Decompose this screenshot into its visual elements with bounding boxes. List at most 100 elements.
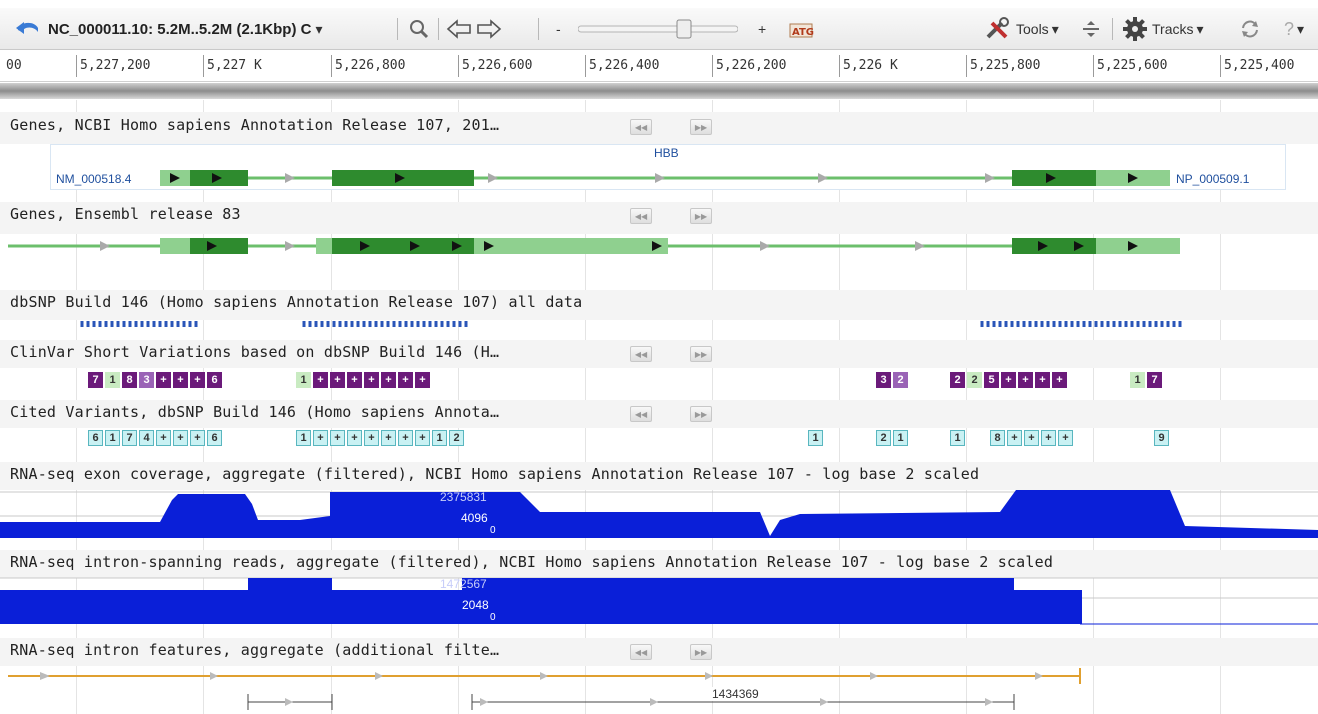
variant-badge[interactable]: + xyxy=(330,372,345,388)
variant-badge[interactable]: 1 xyxy=(296,430,311,446)
zoom-in-button[interactable]: + xyxy=(758,8,766,50)
variant-badge[interactable]: + xyxy=(173,430,188,446)
sequence-title-menu[interactable]: NC_000011.10: 5.2M..5.2M (2.1Kbp) C ▾ xyxy=(48,8,322,50)
variant-badge[interactable]: + xyxy=(156,430,171,446)
variant-badge[interactable]: + xyxy=(1007,430,1022,446)
variant-badge[interactable]: + xyxy=(1052,372,1067,388)
variant-badge[interactable]: + xyxy=(173,372,188,388)
variant-badge[interactable]: + xyxy=(1058,430,1073,446)
prev-feature-button[interactable]: ◀◀ xyxy=(630,208,652,224)
variant-badge[interactable]: + xyxy=(156,372,171,388)
prev-feature-button[interactable]: ◀◀ xyxy=(630,346,652,362)
ncbi-gene-model[interactable] xyxy=(0,160,1318,192)
atg-sequence-icon[interactable]: ATG xyxy=(786,8,816,50)
variant-badge[interactable]: 7 xyxy=(122,430,137,446)
track-title-dbsnp[interactable]: dbSNP Build 146 (Homo sapiens Annotation… xyxy=(10,293,582,311)
variant-badge[interactable]: 5 xyxy=(984,372,999,388)
variant-badge[interactable]: + xyxy=(415,430,430,446)
tracks-menu-button[interactable]: Tracks ▾ xyxy=(1152,8,1204,50)
rnaseq-intron-reads-graph[interactable] xyxy=(0,576,1318,628)
next-feature-button[interactable]: ▶▶ xyxy=(690,346,712,362)
variant-badge[interactable]: 3 xyxy=(139,372,154,388)
track-title-cited-variants[interactable]: Cited Variants, dbSNP Build 146 (Homo sa… xyxy=(10,403,499,421)
next-feature-button[interactable]: ▶▶ xyxy=(690,119,712,135)
variant-badge[interactable]: + xyxy=(364,430,379,446)
next-feature-button[interactable]: ▶▶ xyxy=(690,208,712,224)
track-title-rnaseq-intron-reads[interactable]: RNA-seq intron-spanning reads, aggregate… xyxy=(10,553,1053,571)
dbsnp-variant-ticks[interactable] xyxy=(0,320,1318,330)
track-title-rnaseq-exon-coverage[interactable]: RNA-seq exon coverage, aggregate (filter… xyxy=(10,465,979,483)
left-arrow-icon[interactable] xyxy=(446,8,472,50)
variant-badge[interactable]: + xyxy=(381,430,396,446)
prev-feature-button[interactable]: ◀◀ xyxy=(630,644,652,660)
collapse-tracks-icon[interactable] xyxy=(1080,8,1102,50)
variant-badge[interactable]: + xyxy=(364,372,379,388)
variant-badge[interactable]: 6 xyxy=(88,430,103,446)
variant-badge[interactable]: 1 xyxy=(893,430,908,446)
variant-badge[interactable]: + xyxy=(1001,372,1016,388)
variant-badge[interactable]: 8 xyxy=(990,430,1005,446)
variant-badge[interactable]: + xyxy=(330,430,345,446)
variant-badge[interactable]: + xyxy=(1035,372,1050,388)
variant-badge[interactable]: 4 xyxy=(139,430,154,446)
variant-badge[interactable]: 7 xyxy=(88,372,103,388)
zoom-slider-thumb[interactable] xyxy=(676,19,692,39)
variant-badge[interactable]: + xyxy=(190,430,205,446)
variant-badge[interactable]: + xyxy=(1024,430,1039,446)
rnaseq-exon-coverage-graph[interactable] xyxy=(0,486,1318,542)
track-title-genes-ensembl[interactable]: Genes, Ensembl release 83 xyxy=(10,205,241,223)
variant-badge[interactable]: 1 xyxy=(296,372,311,388)
track-title-genes-ncbi[interactable]: Genes, NCBI Homo sapiens Annotation Rele… xyxy=(10,116,499,134)
variant-badge[interactable]: 2 xyxy=(967,372,982,388)
right-arrow-icon[interactable] xyxy=(476,8,502,50)
overview-scrollbar[interactable] xyxy=(0,83,1318,99)
track-title-rnaseq-intron-features[interactable]: RNA-seq intron features, aggregate (addi… xyxy=(10,641,499,659)
variant-badge[interactable]: 2 xyxy=(449,430,464,446)
variant-badge[interactable]: 3 xyxy=(876,372,891,388)
gene-name-label[interactable]: HBB xyxy=(654,146,679,160)
variant-badge[interactable]: 9 xyxy=(1154,430,1169,446)
variant-badge[interactable]: 1 xyxy=(105,372,120,388)
variant-badge[interactable]: 2 xyxy=(893,372,908,388)
variant-badge[interactable]: + xyxy=(190,372,205,388)
variant-badge[interactable]: + xyxy=(398,430,413,446)
variant-badge[interactable]: 7 xyxy=(1147,372,1162,388)
next-feature-button[interactable]: ▶▶ xyxy=(690,406,712,422)
variant-badge[interactable]: + xyxy=(313,372,328,388)
variant-badge[interactable]: 1 xyxy=(432,430,447,446)
gear-icon[interactable] xyxy=(1122,8,1148,50)
variant-badge[interactable]: + xyxy=(1018,372,1033,388)
variant-badge[interactable]: + xyxy=(398,372,413,388)
ensembl-gene-model[interactable] xyxy=(0,230,1318,262)
variant-badge[interactable]: 2 xyxy=(950,372,965,388)
variant-badge[interactable]: + xyxy=(415,372,430,388)
tools-menu-button[interactable]: Tools ▾ xyxy=(1016,8,1059,50)
intron-feature-label[interactable]: 1434369 xyxy=(710,687,761,701)
variant-badge[interactable]: + xyxy=(1041,430,1056,446)
variant-badge[interactable]: + xyxy=(313,430,328,446)
variant-badge[interactable]: 8 xyxy=(122,372,137,388)
prev-feature-button[interactable]: ◀◀ xyxy=(630,119,652,135)
intron-features-graph[interactable] xyxy=(0,666,1318,714)
variant-badge[interactable]: + xyxy=(381,372,396,388)
variant-badge[interactable]: + xyxy=(347,430,362,446)
track-title-clinvar[interactable]: ClinVar Short Variations based on dbSNP … xyxy=(10,343,499,361)
coordinate-ruler[interactable]: 00 5,227,200 5,227 K 5,226,800 5,226,600… xyxy=(0,50,1318,82)
variant-badge[interactable]: 1 xyxy=(950,430,965,446)
refresh-icon[interactable] xyxy=(1238,8,1262,50)
variant-badge[interactable]: 6 xyxy=(207,372,222,388)
zoom-out-button[interactable]: - xyxy=(556,8,561,50)
variant-badge[interactable]: 1 xyxy=(1130,372,1145,388)
variant-badge[interactable]: 2 xyxy=(876,430,891,446)
next-feature-button[interactable]: ▶▶ xyxy=(690,644,712,660)
variant-badge[interactable]: + xyxy=(347,372,362,388)
variant-badge[interactable]: 1 xyxy=(105,430,120,446)
curved-back-arrow-icon[interactable] xyxy=(14,8,42,50)
magnifier-icon[interactable] xyxy=(408,8,430,50)
tools-icon[interactable] xyxy=(984,8,1014,50)
variant-badge[interactable]: 1 xyxy=(808,430,823,446)
prev-feature-button[interactable]: ◀◀ xyxy=(630,406,652,422)
help-button[interactable]: ? ▾ xyxy=(1284,8,1304,50)
variant-badge[interactable]: 6 xyxy=(207,430,222,446)
zoom-slider[interactable] xyxy=(578,8,738,50)
